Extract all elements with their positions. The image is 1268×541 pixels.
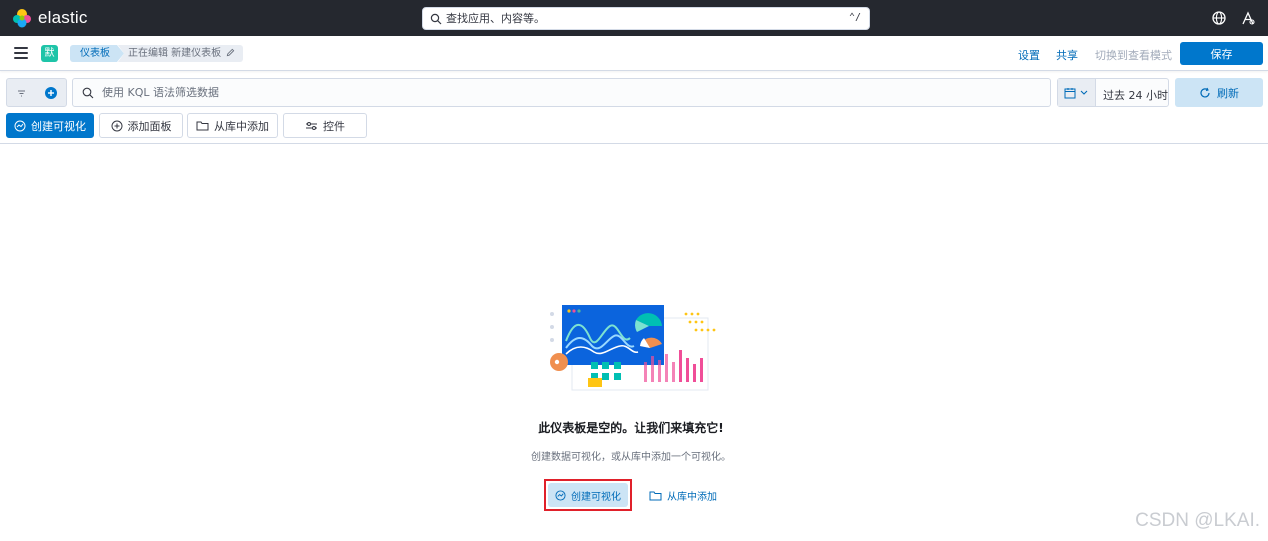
- elastic-logo[interactable]: elastic: [12, 8, 88, 28]
- search-icon: [430, 13, 442, 24]
- visualize-icon: [555, 489, 566, 501]
- folder-icon: [196, 121, 209, 131]
- folder-icon: [649, 491, 662, 501]
- share-link[interactable]: 共享: [1056, 47, 1078, 63]
- empty-add-from-library-label: 从库中添加: [667, 492, 717, 503]
- switch-view-mode-link[interactable]: 切换到查看模式: [1095, 47, 1172, 63]
- breadcrumb-current-label: 正在编辑 新建仪表板: [128, 48, 222, 59]
- add-panel-button[interactable]: 添加面板: [99, 113, 183, 138]
- calendar-icon: [1064, 88, 1076, 99]
- global-search-input[interactable]: [446, 12, 846, 25]
- empty-state-title: 此仪表板是空的。让我们来填充它!: [538, 421, 724, 435]
- filter-icon[interactable]: [16, 88, 27, 99]
- save-button[interactable]: 保存: [1180, 42, 1263, 65]
- visualize-icon: [14, 120, 26, 131]
- add-from-library-label: 从库中添加: [214, 119, 269, 133]
- global-search[interactable]: ⌃/: [422, 7, 870, 30]
- empty-state-subtitle: 创建数据可视化，或从库中添加一个可视化。: [531, 452, 731, 463]
- refresh-button[interactable]: 刷新: [1175, 78, 1263, 107]
- pencil-icon: [227, 48, 235, 57]
- query-bar: 过去 24 小时 刷新: [0, 78, 1268, 108]
- refresh-icon: [1200, 87, 1210, 97]
- controls-icon: [306, 121, 317, 130]
- empty-add-from-library-link[interactable]: 从库中添加: [649, 488, 717, 503]
- search-shortcut: ⌃/: [848, 12, 861, 23]
- settings-link[interactable]: 设置: [1018, 47, 1040, 63]
- refresh-label: 刷新: [1217, 86, 1239, 100]
- add-from-library-button[interactable]: 从库中添加: [187, 113, 278, 138]
- quick-menu-button[interactable]: [1058, 79, 1096, 106]
- kql-search-input[interactable]: [102, 86, 1002, 99]
- create-visualization-button[interactable]: 创建可视化: [6, 113, 94, 138]
- empty-dashboard-illustration: [550, 305, 716, 391]
- toolbar-divider: [0, 143, 1268, 144]
- highlight-box: 创建可视化: [544, 479, 632, 511]
- add-panel-label: 添加面板: [127, 119, 172, 133]
- space-avatar[interactable]: 默: [41, 45, 58, 62]
- breadcrumb-current: 正在编辑 新建仪表板: [118, 45, 244, 62]
- plus-circle-icon[interactable]: [44, 86, 58, 100]
- controls-button[interactable]: 控件: [283, 113, 367, 138]
- user-menu-icon[interactable]: [1240, 10, 1256, 26]
- watermark: CSDN @LKAI.: [1135, 510, 1260, 531]
- empty-create-visualization-button[interactable]: 创建可视化: [548, 483, 628, 507]
- search-icon: [82, 87, 94, 98]
- brand-name: elastic: [38, 8, 88, 27]
- filter-controls: [6, 78, 67, 107]
- plus-icon: [111, 120, 122, 131]
- chevron-down-icon: [1080, 90, 1088, 95]
- controls-label: 控件: [323, 119, 345, 133]
- app-header: 默 仪表板 正在编辑 新建仪表板 设置 共享 切换到查看模式 保存: [0, 36, 1268, 71]
- global-header: elastic ⌃/: [0, 0, 1268, 36]
- dashboard-toolbar: 创建可视化 添加面板 从库中添加 控件: [0, 113, 1268, 139]
- date-range-label[interactable]: 过去 24 小时: [1103, 87, 1168, 103]
- date-picker[interactable]: 过去 24 小时: [1057, 78, 1169, 107]
- hamburger-icon[interactable]: [14, 47, 28, 59]
- empty-create-visualization-label: 创建可视化: [571, 491, 621, 503]
- elastic-logo-icon: [13, 9, 31, 28]
- create-visualization-label: 创建可视化: [31, 119, 86, 133]
- kql-search[interactable]: [72, 78, 1051, 107]
- breadcrumb-dashboards[interactable]: 仪表板: [70, 45, 124, 62]
- help-globe-icon[interactable]: [1211, 10, 1227, 26]
